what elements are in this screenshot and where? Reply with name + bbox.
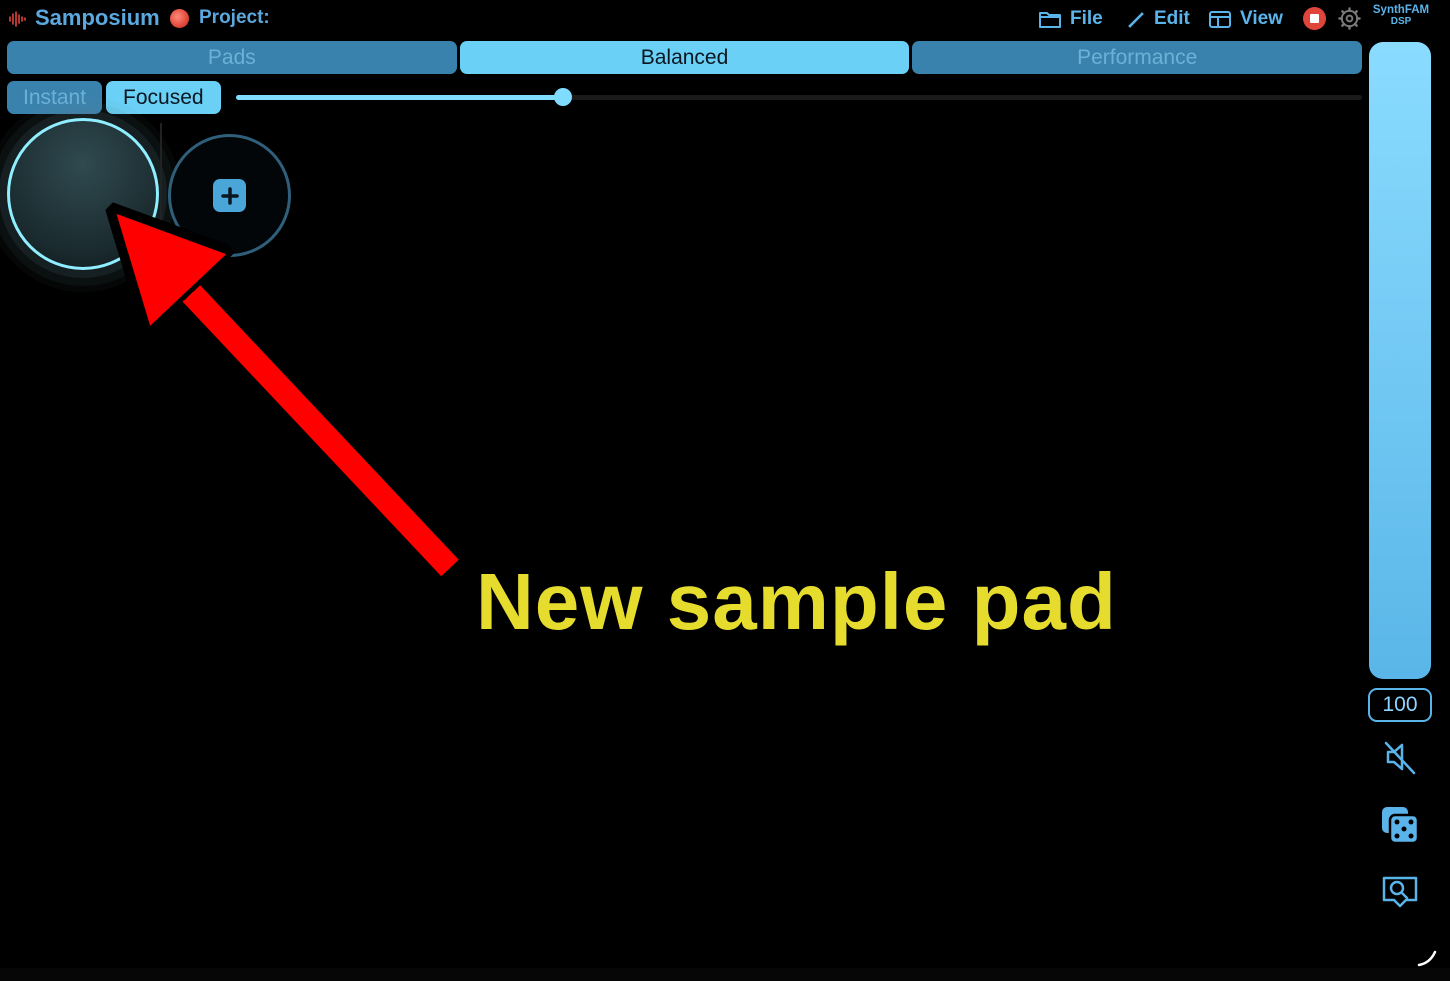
sub-tabs: Instant Focused [7,81,221,114]
brand-line-1: SynthFAM [1372,4,1430,16]
dice-icon[interactable] [1378,803,1422,847]
app-name: Samposium [35,5,160,30]
slider-fill [236,95,563,100]
tab-focused[interactable]: Focused [106,81,221,114]
edit-menu-button[interactable]: Edit [1126,5,1190,33]
volume-slider[interactable] [1369,42,1431,679]
resize-handle-icon[interactable] [1416,946,1438,968]
view-menu-label: View [1240,8,1283,29]
focus-slider[interactable] [236,88,1362,106]
record-indicator-icon[interactable] [170,9,189,28]
file-menu-button[interactable]: File [1038,5,1103,33]
brand-logo: SynthFAM DSP [1368,4,1434,28]
slider-thumb[interactable] [553,88,572,106]
pencil-icon [1128,12,1144,28]
waveform-icon [9,11,26,27]
plus-icon [213,179,246,212]
search-chat-icon[interactable] [1378,870,1422,914]
tab-balanced[interactable]: Balanced [459,41,910,74]
sample-pad[interactable] [7,118,159,270]
stop-button[interactable] [1303,7,1326,30]
layout-icon [1209,11,1231,28]
annotation-label: New sample pad [476,557,1117,646]
pad-grid [0,115,300,315]
project-label[interactable]: Project: [199,7,270,29]
top-bar: Samposium Project: File Edit View SynthF… [0,0,1450,38]
add-pad-button[interactable] [168,134,291,257]
gear-icon[interactable] [1338,7,1361,30]
bottom-edge [0,968,1450,981]
mute-icon[interactable] [1378,735,1422,779]
mode-tabs: Pads Balanced Performance [7,41,1363,74]
edit-menu-label: Edit [1154,8,1190,29]
tab-performance[interactable]: Performance [912,41,1363,74]
tab-pads[interactable]: Pads [7,41,457,74]
folder-icon [1039,12,1061,28]
volume-value[interactable]: 100 [1368,688,1432,722]
file-menu-label: File [1070,8,1103,29]
view-menu-button[interactable]: View [1208,5,1283,33]
brand-line-2: DSP [1390,16,1412,27]
pad-divider [160,123,162,233]
tab-instant[interactable]: Instant [7,81,103,114]
